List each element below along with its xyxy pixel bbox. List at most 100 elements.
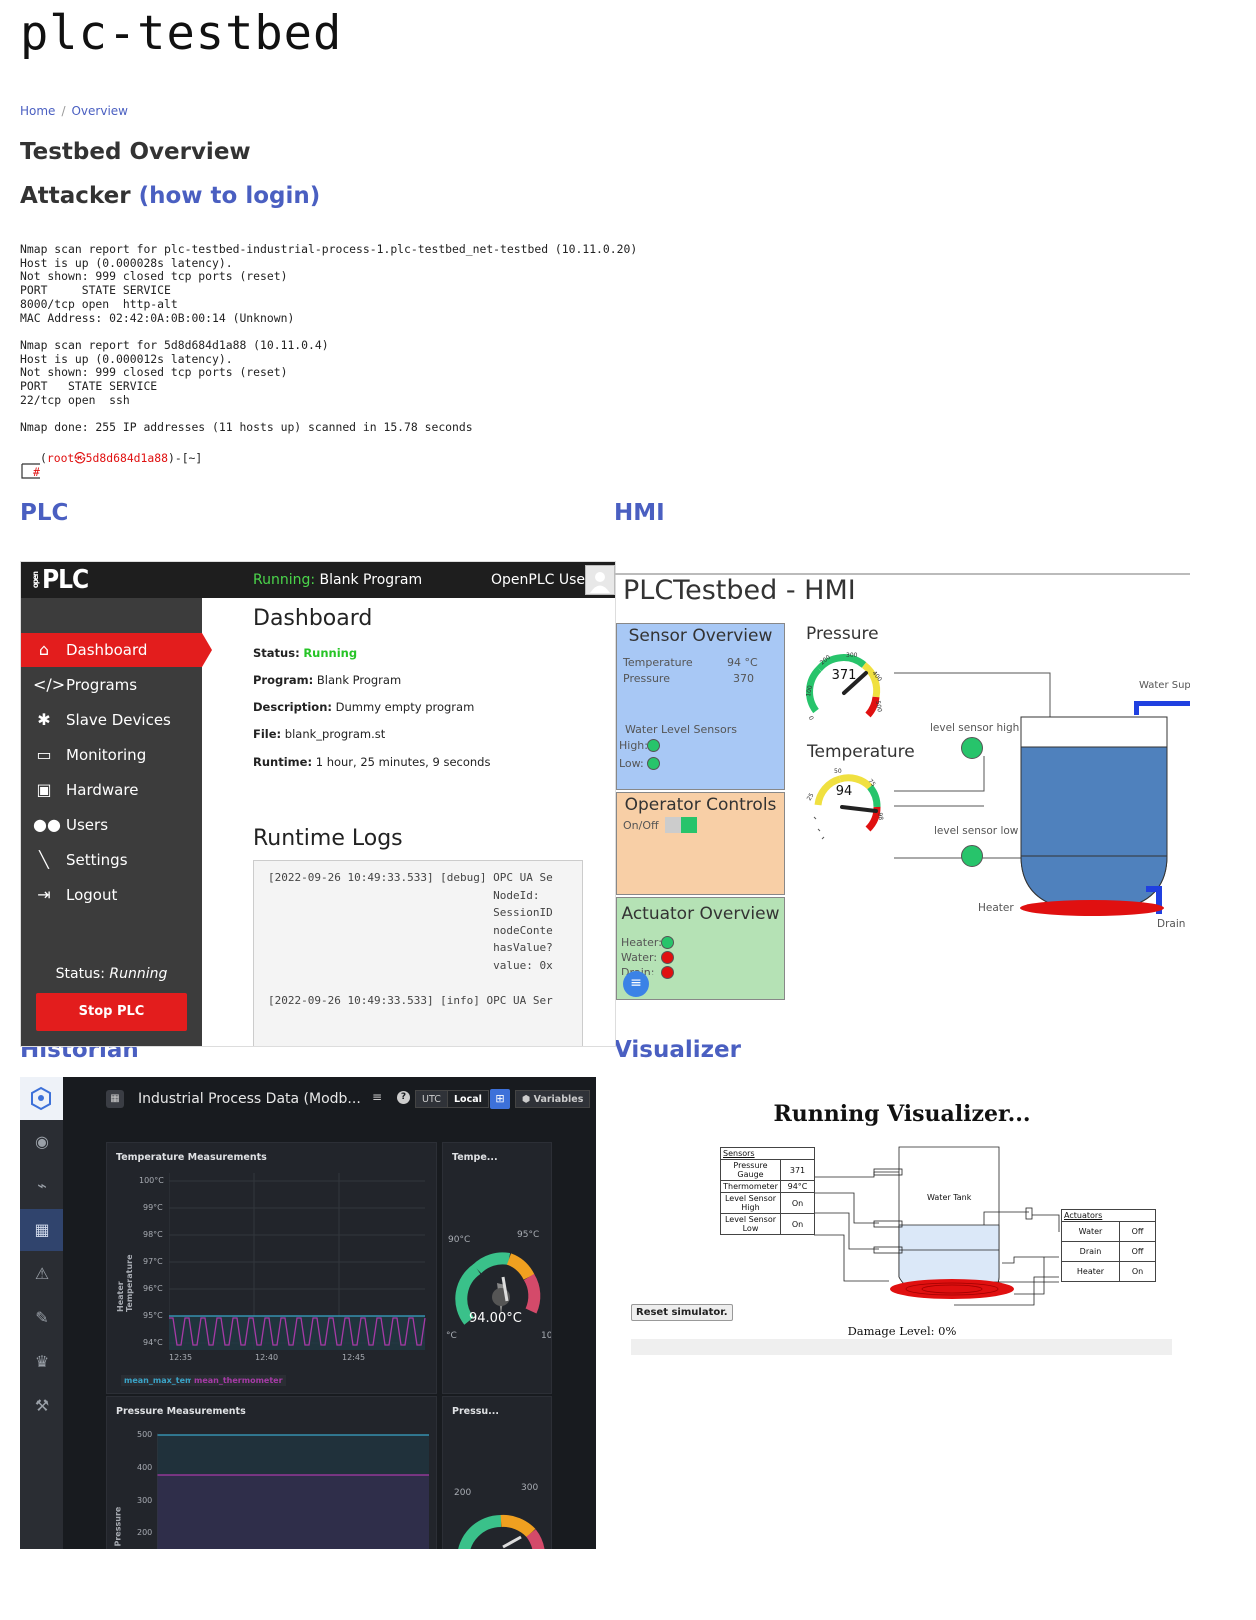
database-icon[interactable]: ≡ xyxy=(372,1090,382,1104)
hmi-temperature-label: Temperature xyxy=(623,656,693,669)
help-icon[interactable]: ? xyxy=(397,1091,410,1104)
hmi-level-high-label: level sensor high xyxy=(930,722,1020,734)
add-panel-icon[interactable]: ⊞ xyxy=(490,1089,510,1109)
hmi-operator-controls-title: Operator Controls xyxy=(624,795,777,815)
explore-icon[interactable]: ⌁ xyxy=(32,1176,52,1196)
temp-y-tick: 94°C xyxy=(143,1338,163,1347)
visualizer-screenshot: Running Visualizer... Water Tank Sensors… xyxy=(614,1077,1190,1377)
hmi-low-indicator xyxy=(647,757,660,770)
dashboard-grid-icon[interactable]: ▦ xyxy=(106,1090,124,1108)
local-toggle[interactable]: Local xyxy=(447,1090,489,1108)
wrench-icon[interactable]: ⚒ xyxy=(32,1396,52,1416)
avatar[interactable] xyxy=(585,565,615,595)
hmi-operator-controls: Operator Controls On/Off xyxy=(616,792,785,895)
plc-menu-hardware[interactable]: ▣ Hardware xyxy=(21,773,202,807)
variables-button[interactable]: ⬢ Variables xyxy=(515,1090,591,1108)
eye-icon[interactable]: ◉ xyxy=(32,1132,52,1152)
dashboard-title[interactable]: Industrial Process Data (Modb... xyxy=(138,1091,361,1107)
crown-icon[interactable]: ♛ xyxy=(32,1352,52,1372)
plc-menu-slave-devices[interactable]: ✱ Slave Devices xyxy=(21,703,202,737)
actuator-name: Water xyxy=(1061,1221,1120,1242)
hmi-actuator-overview-title: Actuator Overview xyxy=(621,904,780,924)
gauge-high-label: 95°C xyxy=(517,1230,540,1240)
pressure-y-tick: 300 xyxy=(137,1496,153,1505)
plc-menu-logout[interactable]: ⇥ Logout xyxy=(21,878,202,912)
plc-menu-users[interactable]: ●● Users xyxy=(21,808,202,842)
legend-item[interactable]: mean_max_temp xyxy=(121,1375,203,1386)
how-to-login-link[interactable]: (how to login) xyxy=(139,183,321,209)
temperature-gauge-value: 94.00°C xyxy=(469,1311,522,1326)
plc-field-value: Blank Program xyxy=(316,673,402,687)
sensors-table-header: Sensors xyxy=(720,1147,815,1160)
prompt-open: ( xyxy=(40,451,47,465)
gauge-edge-right: 10 xyxy=(541,1331,552,1341)
pressure-gauge-panel[interactable]: Pressu... 200 300 xyxy=(442,1396,552,1549)
pressure-chart xyxy=(157,1433,429,1549)
plc-menu-label: Logout xyxy=(66,886,118,904)
utc-toggle[interactable]: UTC xyxy=(415,1090,448,1108)
logout-icon: ⇥ xyxy=(37,885,51,904)
temp-y-tick: 100°C xyxy=(139,1176,164,1185)
hmi-pressure-gauge-value: 371 xyxy=(832,668,857,683)
hmi-pressure-gauge: 371 100 200 300 400 500 0 xyxy=(805,652,883,721)
plc-runtime-logs[interactable]: [2022-09-26 10:49:33.533] [debug] OPC UA… xyxy=(253,860,583,1046)
wrench-icon: ╲ xyxy=(39,850,49,869)
gauge-tick: 200 xyxy=(819,654,832,667)
reset-simulator-button[interactable]: Reset simulator. xyxy=(631,1304,733,1321)
hmi-water-level-label: Water Level Sensors xyxy=(625,723,737,736)
openplc-logo-small: open xyxy=(31,572,40,589)
breadcrumb-home-link[interactable]: Home xyxy=(20,104,55,118)
temp-y-tick: 97°C xyxy=(143,1257,163,1266)
temp-y-tick: 95°C xyxy=(143,1311,163,1320)
stop-plc-button[interactable]: Stop PLC xyxy=(36,993,187,1031)
hmi-water-indicator xyxy=(661,951,674,964)
openplc-logo: openPLC xyxy=(31,565,89,595)
plc-field-program: Program: Blank Program xyxy=(253,673,401,687)
plc-user-name[interactable]: OpenPLC User xyxy=(491,572,591,588)
hmi-high-indicator xyxy=(647,739,660,752)
plc-screenshot: openPLC Running: Blank Program OpenPLC U… xyxy=(20,561,616,1047)
grafana-logo[interactable] xyxy=(20,1077,63,1120)
temp-y-tick: 99°C xyxy=(143,1203,163,1212)
plc-field-file: File: blank_program.st xyxy=(253,727,385,741)
hmi-sensor-overview-title: Sensor Overview xyxy=(628,626,773,646)
plc-sidebar-status: Status: Running xyxy=(21,966,202,982)
dashboards-icon[interactable]: ▦ xyxy=(32,1220,52,1240)
plc-menu-settings[interactable]: ╲ Settings xyxy=(21,843,202,877)
breadcrumb-current[interactable]: Overview xyxy=(71,104,128,118)
section-visualizer-heading: Visualizer xyxy=(614,1037,741,1063)
plc-field-runtime: Runtime: 1 hour, 25 minutes, 9 seconds xyxy=(253,755,490,769)
temperature-gauge xyxy=(455,1252,541,1325)
plc-status-label: Status: xyxy=(55,966,105,982)
pressure-panel-title: Pressure Measurements xyxy=(116,1406,246,1417)
cog-cluster-icon: ✱ xyxy=(37,710,51,729)
hmi-level-low-indicator xyxy=(961,845,983,867)
plc-field-key: Program: xyxy=(253,673,314,687)
pressure-gauge xyxy=(458,1514,545,1549)
plc-menu-programs[interactable]: </> Programs xyxy=(21,668,202,702)
actuator-value: Off xyxy=(1119,1221,1156,1242)
plc-menu-label: Settings xyxy=(66,851,128,869)
pressure-panel[interactable]: Pressure Measurements Pressure 500 400 3… xyxy=(106,1396,437,1549)
actuator-value: On xyxy=(1119,1261,1156,1282)
plc-dashboard-title: Dashboard xyxy=(253,606,373,631)
temperature-gauge-panel[interactable]: Tempe... 90°C 95°C 94.00°C °C 10 xyxy=(442,1142,552,1394)
plc-menu-monitoring[interactable]: ▭ Monitoring xyxy=(21,738,202,772)
chip-icon: ▣ xyxy=(36,780,52,799)
plc-running-label: Running: xyxy=(253,572,316,588)
hmi-onoff-toggle[interactable] xyxy=(665,817,697,833)
breadcrumb-separator: / xyxy=(61,104,66,118)
plc-menu-dashboard[interactable]: ⌂ Dashboard xyxy=(21,633,212,667)
users-icon: ●● xyxy=(33,815,61,834)
visualizer-title: Running Visualizer... xyxy=(773,1101,1031,1127)
temperature-panel[interactable]: Temperature Measurements Heater Temperat… xyxy=(106,1142,437,1394)
visualizer-tank-label: Water Tank xyxy=(927,1193,972,1202)
plc-topbar: openPLC Running: Blank Program OpenPLC U… xyxy=(21,562,615,598)
menu-fab-button[interactable]: ≡ xyxy=(623,971,649,997)
plc-status-value: Running xyxy=(109,966,168,982)
alert-icon[interactable]: ⚠ xyxy=(32,1264,52,1284)
legend-item[interactable]: mean_thermometer xyxy=(191,1375,286,1386)
temp-x-tick: 12:40 xyxy=(255,1353,279,1362)
plugin-icon[interactable]: ✎ xyxy=(32,1308,52,1328)
temperature-chart xyxy=(169,1173,426,1350)
